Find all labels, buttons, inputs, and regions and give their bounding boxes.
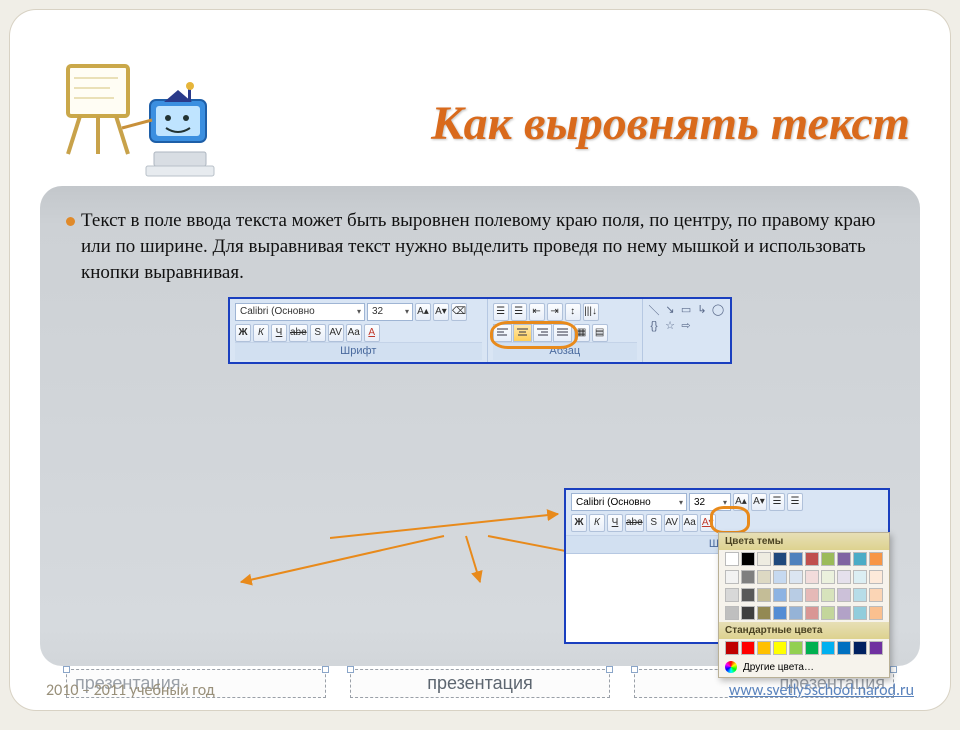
theme-shades-2 xyxy=(719,586,889,604)
color-swatch[interactable] xyxy=(773,641,787,655)
slide: Как выровнять текст Текст в поле ввода т… xyxy=(10,10,950,710)
slide-footer: 2010 – 2011 учебный год www.svetly5schoo… xyxy=(10,670,950,710)
smartart-button[interactable]: ▤ xyxy=(592,324,608,342)
align-group xyxy=(493,324,572,342)
columns-button[interactable]: ▦ xyxy=(574,324,590,342)
color-swatch[interactable] xyxy=(741,552,755,566)
mini-font-color-button[interactable]: A▾ xyxy=(700,514,716,532)
text-direction-button[interactable]: |||↓ xyxy=(583,303,599,321)
word-ribbon-screenshot: Calibri (Основно 32 A▴ A▾ ⌫ Ж К Ч abe S … xyxy=(228,297,732,364)
shape-star-icon[interactable]: ☆ xyxy=(663,319,677,333)
font-group-label: Шрифт xyxy=(235,342,482,360)
color-swatch[interactable] xyxy=(821,552,835,566)
theme-shades xyxy=(719,568,889,586)
mini-shadow[interactable]: S xyxy=(646,514,662,532)
color-swatch[interactable] xyxy=(789,552,803,566)
align-left-button[interactable] xyxy=(493,324,512,342)
clear-format-button[interactable]: ⌫ xyxy=(451,303,467,321)
shape-rect-icon[interactable]: ▭ xyxy=(679,303,693,317)
shape-elbow-icon[interactable]: ↳ xyxy=(695,303,709,317)
shapes-group: ＼ ↘ ▭ ↳ ◯ {} ☆ ⇨ xyxy=(643,299,730,362)
mini-case[interactable]: Aa xyxy=(682,514,698,532)
mini-screenshot: Calibri (Основно 32 A▴ A▾ ☰ ☰ Ж К Ч abe … xyxy=(564,488,890,644)
color-swatch[interactable] xyxy=(853,552,867,566)
mini-bold[interactable]: Ж xyxy=(571,514,587,532)
color-dropdown[interactable]: Цвета темы Стандартные цвета Другие цвет… xyxy=(718,532,890,678)
underline-button[interactable]: Ч xyxy=(271,324,287,342)
char-spacing-button[interactable]: AV xyxy=(328,324,344,342)
color-swatch[interactable] xyxy=(741,641,755,655)
color-header-standard: Стандартные цвета xyxy=(719,622,889,639)
color-swatch[interactable] xyxy=(773,552,787,566)
slide-header: Как выровнять текст xyxy=(10,10,950,182)
color-swatch[interactable] xyxy=(757,641,771,655)
standard-color-row xyxy=(719,639,889,657)
bold-button[interactable]: Ж xyxy=(235,324,251,342)
para-group-label: Абзац xyxy=(493,342,637,360)
theme-shades-3 xyxy=(719,604,889,622)
shape-arrow-icon[interactable]: ↘ xyxy=(663,303,677,317)
mini-spacing[interactable]: AV xyxy=(664,514,680,532)
shrink-font-button[interactable]: A▾ xyxy=(433,303,449,321)
align-justify-button[interactable] xyxy=(553,324,572,342)
color-swatch[interactable] xyxy=(853,641,867,655)
indent-dec-button[interactable]: ⇤ xyxy=(529,303,545,321)
theme-color-row xyxy=(719,550,889,568)
color-swatch[interactable] xyxy=(869,641,883,655)
strike-button[interactable]: abe xyxy=(289,324,308,342)
align-right-button[interactable] xyxy=(533,324,552,342)
color-arrow xyxy=(330,508,580,568)
teacher-clipart xyxy=(60,58,220,188)
color-swatch[interactable] xyxy=(725,552,739,566)
shape-brace-icon[interactable]: {} xyxy=(647,319,661,333)
font-color-button[interactable]: A xyxy=(364,324,380,342)
shape-line-icon[interactable]: ＼ xyxy=(647,303,661,317)
color-swatch[interactable] xyxy=(821,641,835,655)
grow-font-button[interactable]: A▴ xyxy=(415,303,431,321)
bullet-1-text: Текст в поле ввода текста может быть выр… xyxy=(81,208,894,287)
color-swatch[interactable] xyxy=(837,552,851,566)
mini-italic[interactable]: К xyxy=(589,514,605,532)
footer-year: 2010 – 2011 учебный год xyxy=(46,681,215,700)
mini-font-combo[interactable]: Calibri (Основно xyxy=(571,493,687,511)
line-spacing-button[interactable]: ↕ xyxy=(565,303,581,321)
shape-oval-icon[interactable]: ◯ xyxy=(711,303,725,317)
italic-button[interactable]: К xyxy=(253,324,269,342)
mini-bullets[interactable]: ☰ xyxy=(769,493,785,511)
shadow-button[interactable]: S xyxy=(310,324,326,342)
font-size-combo[interactable]: 32 xyxy=(367,303,413,321)
shape-arrow2-icon[interactable]: ⇨ xyxy=(679,319,693,333)
color-header-theme: Цвета темы xyxy=(719,533,889,550)
mini-grow-font[interactable]: A▴ xyxy=(733,493,749,511)
color-swatch[interactable] xyxy=(805,552,819,566)
mini-underline[interactable]: Ч xyxy=(607,514,623,532)
font-name-combo[interactable]: Calibri (Основно xyxy=(235,303,365,321)
numbering-button[interactable]: ☰ xyxy=(511,303,527,321)
align-center-button[interactable] xyxy=(513,324,532,342)
mini-strike[interactable]: abe xyxy=(625,514,644,532)
mini-numbering[interactable]: ☰ xyxy=(787,493,803,511)
mini-shrink-font[interactable]: A▾ xyxy=(751,493,767,511)
bullets-button[interactable]: ☰ xyxy=(493,303,509,321)
color-swatch[interactable] xyxy=(789,641,803,655)
color-swatch[interactable] xyxy=(725,641,739,655)
slide-title: Как выровнять текст xyxy=(431,96,910,151)
color-swatch[interactable] xyxy=(805,641,819,655)
footer-link[interactable]: www.svetly5school.narod.ru xyxy=(729,681,914,700)
change-case-button[interactable]: Aa xyxy=(346,324,362,342)
bullet-dot-icon xyxy=(66,217,75,226)
color-swatch[interactable] xyxy=(837,641,851,655)
indent-inc-button[interactable]: ⇥ xyxy=(547,303,563,321)
bullet-1: Текст в поле ввода текста может быть выр… xyxy=(66,208,894,287)
mini-size-combo[interactable]: 32 xyxy=(689,493,731,511)
slide-body: Текст в поле ввода текста может быть выр… xyxy=(40,186,920,666)
color-swatch[interactable] xyxy=(757,552,771,566)
color-swatch[interactable] xyxy=(869,552,883,566)
